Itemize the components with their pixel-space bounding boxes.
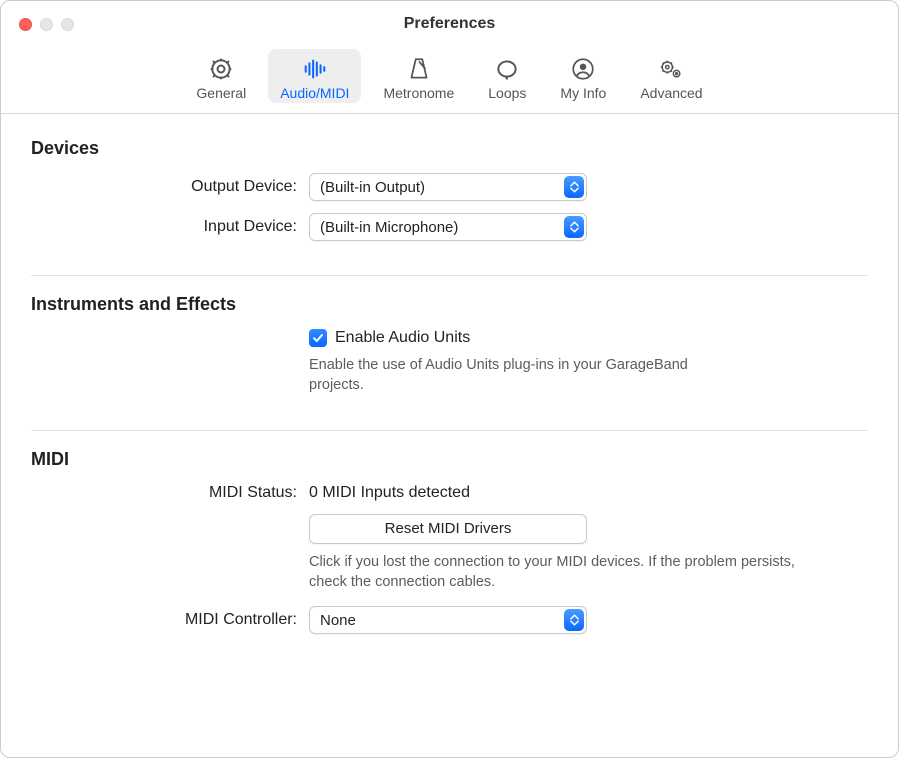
tab-my-info[interactable]: My Info [548,49,618,103]
chevron-updown-icon [564,216,584,238]
checkbox-checked-icon [309,329,327,347]
enable-audio-units-description: Enable the use of Audio Units plug-ins i… [309,347,729,396]
section-instruments-title: Instruments and Effects [31,294,868,315]
reset-midi-drivers-button[interactable]: Reset MIDI Drivers [309,514,587,544]
user-circle-icon [569,55,597,83]
section-devices: Devices Output Device: (Built-in Output)… [31,138,868,269]
chevron-updown-icon [564,609,584,631]
section-midi-title: MIDI [31,449,868,470]
tab-loops[interactable]: Loops [476,49,538,103]
reset-midi-description: Click if you lost the connection to your… [309,544,829,593]
tab-label: Metronome [383,85,454,101]
input-device-select[interactable]: (Built-in Microphone) [309,213,587,241]
preferences-toolbar: General Audio/MIDI Metronome [1,47,898,114]
midi-controller-label: MIDI Controller: [31,611,309,629]
loop-icon [493,55,521,83]
tab-advanced[interactable]: Advanced [628,49,714,103]
chevron-updown-icon [564,176,584,198]
input-device-label: Input Device: [31,218,309,236]
enable-audio-units-label: Enable Audio Units [335,329,470,347]
gears-icon [657,55,685,83]
enable-audio-units-row: Enable Audio Units Enable the use of Aud… [31,329,868,396]
titlebar: Preferences [1,1,898,47]
divider [31,430,868,431]
gear-icon [207,55,235,83]
tab-label: Loops [488,85,526,101]
reset-midi-button-label: Reset MIDI Drivers [385,520,512,537]
output-device-row: Output Device: (Built-in Output) [31,173,868,201]
tab-label: Advanced [640,85,702,101]
section-devices-title: Devices [31,138,868,159]
section-instruments: Instruments and Effects Enable Audio Uni… [31,294,868,424]
tab-label: My Info [560,85,606,101]
tab-audio-midi[interactable]: Audio/MIDI [268,49,361,103]
input-device-value: (Built-in Microphone) [320,219,458,236]
preferences-content: Devices Output Device: (Built-in Output)… [1,114,898,686]
enable-audio-units-checkbox-row[interactable]: Enable Audio Units [309,329,729,347]
midi-status-label: MIDI Status: [31,484,309,502]
reset-midi-row: Reset MIDI Drivers Click if you lost the… [31,514,868,593]
metronome-icon [405,55,433,83]
section-midi: MIDI MIDI Status: 0 MIDI Inputs detected… [31,449,868,663]
midi-controller-row: MIDI Controller: None [31,606,868,634]
midi-status-value: 0 MIDI Inputs detected [309,484,470,501]
output-device-select[interactable]: (Built-in Output) [309,173,587,201]
divider [31,275,868,276]
midi-controller-select[interactable]: None [309,606,587,634]
midi-status-row: MIDI Status: 0 MIDI Inputs detected [31,484,868,502]
output-device-label: Output Device: [31,178,309,196]
tab-label: Audio/MIDI [280,85,349,101]
tab-general[interactable]: General [184,49,258,103]
tab-metronome[interactable]: Metronome [371,49,466,103]
tab-label: General [196,85,246,101]
input-device-row: Input Device: (Built-in Microphone) [31,213,868,241]
audio-waveform-icon [301,55,329,83]
window-title: Preferences [1,15,898,33]
midi-controller-value: None [320,612,356,629]
output-device-value: (Built-in Output) [320,179,425,196]
